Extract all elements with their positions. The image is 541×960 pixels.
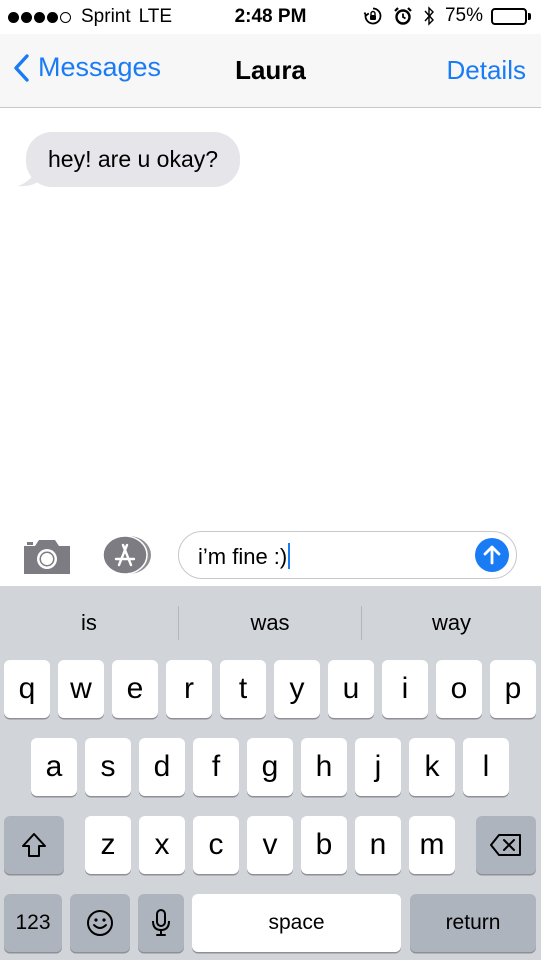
key-x[interactable]: x: [139, 816, 185, 874]
key-t[interactable]: t: [220, 660, 266, 718]
message-input[interactable]: i’m fine :): [178, 531, 517, 579]
input-bar: i’m fine :): [0, 528, 541, 586]
send-arrow-icon: [483, 545, 501, 565]
shift-arrow-icon: [22, 833, 46, 857]
key-l[interactable]: l: [463, 738, 509, 796]
camera-button[interactable]: [22, 536, 72, 581]
key-g[interactable]: g: [247, 738, 293, 796]
backspace-icon: [490, 834, 521, 856]
emoji-key[interactable]: [70, 894, 130, 952]
battery-body: [491, 7, 527, 25]
key-c[interactable]: c: [193, 816, 239, 874]
suggestion-is[interactable]: is: [0, 586, 178, 660]
key-f[interactable]: f: [193, 738, 239, 796]
rotation-lock-icon: [363, 6, 383, 26]
battery-icon: [491, 7, 531, 25]
suggestion-way[interactable]: way: [362, 586, 541, 660]
message-input-text: i’m fine :): [198, 543, 291, 570]
key-d[interactable]: d: [139, 738, 185, 796]
space-key[interactable]: space: [192, 894, 401, 952]
status-right: 75%: [363, 5, 531, 27]
return-key[interactable]: return: [410, 894, 536, 952]
details-button[interactable]: Details: [447, 55, 526, 86]
key-r[interactable]: r: [166, 660, 212, 718]
alarm-icon: [393, 6, 413, 26]
navigation-bar: Messages Laura Details: [0, 34, 541, 108]
key-h[interactable]: h: [301, 738, 347, 796]
key-e[interactable]: e: [112, 660, 158, 718]
bluetooth-icon: [423, 5, 435, 27]
key-k[interactable]: k: [409, 738, 455, 796]
suggestion-was[interactable]: was: [179, 586, 361, 660]
app-store-button[interactable]: [100, 535, 154, 580]
camera-icon: [24, 540, 70, 574]
message-thread[interactable]: hey! are u okay?: [0, 108, 541, 528]
message-input-value: i’m fine :): [198, 544, 288, 569]
key-o[interactable]: o: [436, 660, 482, 718]
incoming-message-bubble[interactable]: hey! are u okay?: [26, 132, 241, 187]
numbers-key[interactable]: 123: [4, 894, 62, 952]
battery-percent: 75%: [444, 5, 483, 26]
key-y[interactable]: y: [274, 660, 320, 718]
back-button[interactable]: Messages: [12, 52, 161, 83]
send-button[interactable]: [475, 538, 509, 572]
app-store-icon: [102, 535, 151, 575]
key-z[interactable]: z: [85, 816, 131, 874]
predictive-text-bar: is was way: [0, 586, 541, 660]
key-u[interactable]: u: [328, 660, 374, 718]
key-v[interactable]: v: [247, 816, 293, 874]
dictation-key[interactable]: [138, 894, 184, 952]
status-bar: Sprint LTE 2:48 PM 75%: [0, 0, 541, 34]
key-q[interactable]: q: [4, 660, 50, 718]
chevron-left-icon: [14, 53, 29, 82]
emoji-icon: [87, 910, 113, 936]
key-n[interactable]: n: [355, 816, 401, 874]
key-m[interactable]: m: [409, 816, 455, 874]
key-a[interactable]: a: [31, 738, 77, 796]
microphone-icon: [152, 909, 170, 936]
key-b[interactable]: b: [301, 816, 347, 874]
keyboard: is was way q w e r t y u i o p a s d f g…: [0, 586, 541, 960]
key-i[interactable]: i: [382, 660, 428, 718]
text-caret: [288, 543, 291, 569]
key-s[interactable]: s: [85, 738, 131, 796]
shift-key[interactable]: [4, 816, 64, 874]
backspace-key[interactable]: [476, 816, 536, 874]
battery-nub: [528, 12, 531, 20]
key-p[interactable]: p: [490, 660, 536, 718]
key-j[interactable]: j: [355, 738, 401, 796]
back-button-label: Messages: [38, 52, 162, 82]
key-w[interactable]: w: [58, 660, 104, 718]
